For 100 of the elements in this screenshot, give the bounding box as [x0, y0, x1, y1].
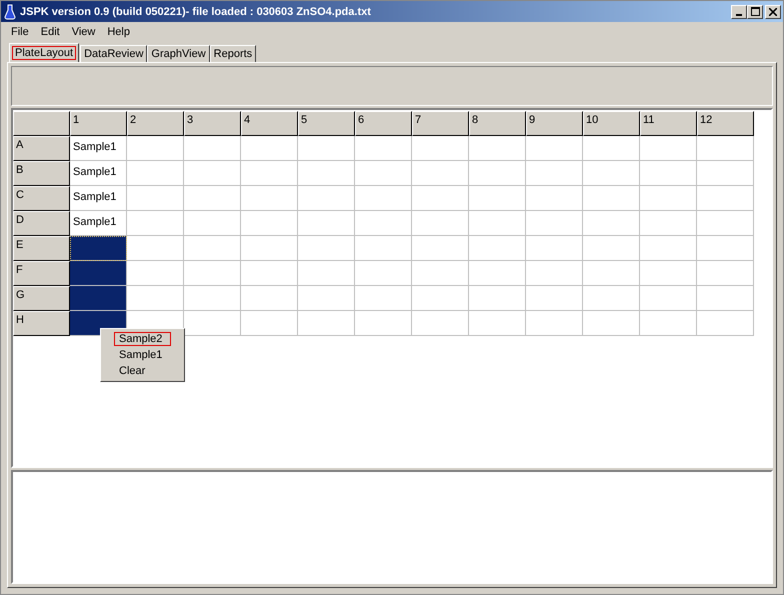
table-cell[interactable]	[469, 261, 526, 286]
table-cell[interactable]	[526, 161, 583, 186]
table-cell[interactable]	[298, 311, 355, 336]
menu-item[interactable]: Edit	[34, 26, 66, 38]
table-cell[interactable]	[640, 186, 697, 211]
table-cell[interactable]	[412, 261, 469, 286]
table-cell[interactable]	[469, 286, 526, 311]
tab[interactable]: PlateLayout	[9, 43, 80, 62]
table-cell[interactable]	[184, 186, 241, 211]
table-cell[interactable]	[697, 161, 754, 186]
row-header[interactable]: E	[13, 236, 70, 261]
table-cell[interactable]	[241, 286, 298, 311]
table-cell[interactable]	[412, 136, 469, 161]
context-menu-item[interactable]: Clear	[101, 363, 184, 379]
table-cell[interactable]	[241, 261, 298, 286]
table-cell[interactable]	[469, 161, 526, 186]
table-cell[interactable]	[355, 161, 412, 186]
table-cell[interactable]	[298, 186, 355, 211]
table-cell[interactable]	[640, 211, 697, 236]
table-cell[interactable]	[184, 136, 241, 161]
table-cell[interactable]	[355, 211, 412, 236]
table-cell[interactable]	[640, 136, 697, 161]
table-cell[interactable]	[583, 236, 640, 261]
table-cell[interactable]	[640, 161, 697, 186]
menu-item[interactable]: View	[66, 26, 102, 38]
table-cell[interactable]	[355, 186, 412, 211]
table-cell[interactable]	[526, 286, 583, 311]
table-cell[interactable]	[640, 311, 697, 336]
column-header[interactable]: 8	[469, 111, 526, 136]
table-cell[interactable]	[184, 286, 241, 311]
table-cell[interactable]: Sample1	[70, 186, 127, 211]
table-cell[interactable]	[583, 136, 640, 161]
table-cell[interactable]	[640, 261, 697, 286]
table-cell[interactable]	[640, 236, 697, 261]
context-menu-item[interactable]: Sample1	[101, 347, 184, 363]
table-cell[interactable]	[697, 311, 754, 336]
table-cell[interactable]	[526, 261, 583, 286]
table-cell[interactable]	[697, 136, 754, 161]
table-cell[interactable]	[526, 211, 583, 236]
table-cell[interactable]	[127, 286, 184, 311]
table-cell[interactable]	[355, 286, 412, 311]
table-cell[interactable]	[70, 261, 127, 286]
table-cell[interactable]	[127, 186, 184, 211]
table-cell[interactable]	[184, 261, 241, 286]
table-cell[interactable]	[355, 311, 412, 336]
row-header[interactable]: A	[13, 136, 70, 161]
context-menu-item[interactable]: Sample2	[113, 331, 172, 347]
table-cell[interactable]	[526, 311, 583, 336]
column-header[interactable]: 5	[298, 111, 355, 136]
table-cell[interactable]: Sample1	[70, 136, 127, 161]
column-header[interactable]: 3	[184, 111, 241, 136]
row-header[interactable]: H	[13, 311, 70, 336]
table-cell[interactable]	[241, 136, 298, 161]
table-cell[interactable]	[298, 236, 355, 261]
table-cell[interactable]	[298, 211, 355, 236]
menu-item[interactable]: File	[5, 26, 35, 38]
row-header[interactable]: F	[13, 261, 70, 286]
table-cell[interactable]	[469, 186, 526, 211]
table-cell[interactable]	[697, 186, 754, 211]
table-cell[interactable]: Sample1	[70, 161, 127, 186]
table-cell[interactable]	[412, 186, 469, 211]
tab[interactable]: Reports	[210, 45, 256, 62]
table-cell[interactable]	[412, 211, 469, 236]
table-cell[interactable]	[583, 286, 640, 311]
table-cell[interactable]	[127, 136, 184, 161]
row-header[interactable]: C	[13, 186, 70, 211]
table-cell[interactable]	[184, 161, 241, 186]
column-header[interactable]: 2	[127, 111, 184, 136]
table-cell[interactable]	[127, 236, 184, 261]
table-cell[interactable]	[241, 211, 298, 236]
menu-item[interactable]: Help	[101, 26, 136, 38]
table-cell[interactable]	[469, 211, 526, 236]
table-cell[interactable]	[640, 286, 697, 311]
row-header[interactable]: B	[13, 161, 70, 186]
column-header[interactable]: 10	[583, 111, 640, 136]
maximize-button[interactable]	[747, 4, 763, 18]
table-cell[interactable]	[412, 161, 469, 186]
table-cell[interactable]	[127, 161, 184, 186]
table-cell[interactable]	[412, 311, 469, 336]
table-cell[interactable]	[70, 286, 127, 311]
table-cell[interactable]	[697, 286, 754, 311]
table-cell[interactable]	[469, 311, 526, 336]
column-header[interactable]: 11	[640, 111, 697, 136]
table-cell[interactable]	[184, 211, 241, 236]
column-header[interactable]: 4	[241, 111, 298, 136]
table-cell[interactable]	[127, 211, 184, 236]
close-button[interactable]	[765, 4, 781, 18]
table-cell[interactable]	[298, 161, 355, 186]
column-header[interactable]: 12	[697, 111, 754, 136]
table-cell[interactable]	[412, 236, 469, 261]
table-cell[interactable]	[298, 261, 355, 286]
table-cell[interactable]	[184, 236, 241, 261]
column-header[interactable]: 9	[526, 111, 583, 136]
table-cell[interactable]	[697, 211, 754, 236]
table-cell[interactable]	[469, 236, 526, 261]
table-cell[interactable]	[70, 236, 127, 261]
table-cell[interactable]	[583, 161, 640, 186]
table-cell[interactable]	[355, 261, 412, 286]
table-cell[interactable]	[583, 261, 640, 286]
table-cell[interactable]	[355, 136, 412, 161]
